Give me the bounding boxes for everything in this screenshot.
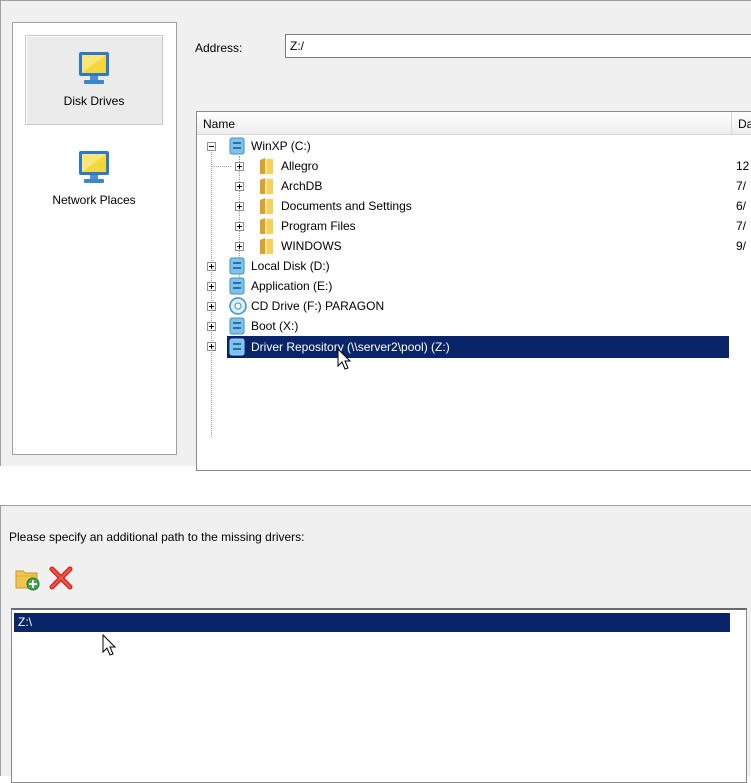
expand-toggle-icon[interactable] bbox=[207, 302, 216, 311]
hard-disk-icon bbox=[229, 277, 245, 295]
column-separator bbox=[731, 112, 732, 134]
folder-tree-view[interactable]: Name Da WinXP (C:) Allegro 12 ArchDB 7/ … bbox=[196, 111, 751, 471]
tree-row-windows[interactable]: WINDOWS 9/ bbox=[197, 236, 751, 256]
tree-node-label: CD Drive (F:) PARAGON bbox=[251, 299, 385, 313]
tree-node-date: 9/ bbox=[736, 239, 747, 253]
tree-row-cd-drive-f[interactable]: CD Drive (F:) PARAGON bbox=[197, 296, 751, 316]
collapse-toggle-icon[interactable] bbox=[207, 142, 216, 151]
tree-connector bbox=[211, 166, 231, 167]
address-browser-dialog: Disk Drives Network Places Address: Z:/ … bbox=[0, 0, 751, 471]
expand-toggle-icon[interactable] bbox=[235, 182, 244, 191]
folder-icon bbox=[260, 158, 273, 174]
tree-node-label: Program Files bbox=[281, 219, 356, 233]
place-network-places-label: Network Places bbox=[52, 193, 136, 207]
tree-node-label: Allegro bbox=[281, 159, 319, 173]
tree-node-label: Boot (X:) bbox=[251, 319, 299, 333]
tree-row-boot-x[interactable]: Boot (X:) bbox=[197, 316, 751, 336]
tree-row-application-e[interactable]: Application (E:) bbox=[197, 276, 751, 296]
hard-disk-icon bbox=[229, 137, 245, 155]
column-name-header[interactable]: Name bbox=[203, 117, 235, 131]
expand-toggle-icon[interactable] bbox=[207, 322, 216, 331]
missing-drivers-dialog: Please specify an additional path to the… bbox=[0, 505, 751, 783]
place-disk-drives-label: Disk Drives bbox=[63, 94, 125, 108]
tree-row-allegro[interactable]: Allegro 12 bbox=[197, 156, 751, 176]
folder-icon bbox=[260, 218, 273, 234]
hard-disk-icon bbox=[229, 257, 245, 275]
tree-node-date: 6/ bbox=[736, 199, 747, 213]
tree-row-driver-repository-z[interactable]: Driver Repository (\\server2\pool) (Z:) bbox=[197, 336, 751, 358]
drivers-prompt-text: Please specify an additional path to the… bbox=[9, 530, 305, 544]
address-label: Address: bbox=[195, 41, 243, 55]
network-computer-icon bbox=[79, 151, 109, 183]
expand-toggle-icon[interactable] bbox=[235, 202, 244, 211]
tree-node-label: Documents and Settings bbox=[281, 199, 412, 213]
tree-row-archdb[interactable]: ArchDB 7/ bbox=[197, 176, 751, 196]
tree-node-date: 7/ bbox=[736, 179, 747, 193]
delete-icon bbox=[49, 566, 73, 590]
column-header: Name Da bbox=[197, 112, 751, 135]
folder-icon bbox=[260, 178, 273, 194]
tree-row-local-disk-d[interactable]: Local Disk (D:) bbox=[197, 256, 751, 276]
tree-node-label: Local Disk (D:) bbox=[251, 259, 330, 273]
path-list-item[interactable]: Z:\ bbox=[14, 613, 730, 632]
computer-icon bbox=[79, 52, 109, 84]
tree-node-label: ArchDB bbox=[281, 179, 323, 193]
column-date-header[interactable]: Da bbox=[738, 117, 751, 131]
place-disk-drives-button[interactable]: Disk Drives bbox=[25, 35, 163, 125]
tree-row-winxp[interactable]: WinXP (C:) bbox=[197, 136, 751, 156]
folder-icon bbox=[260, 198, 273, 214]
tree-node-date: 7/ bbox=[736, 219, 747, 233]
mouse-cursor-icon bbox=[102, 634, 117, 656]
expand-toggle-icon[interactable] bbox=[207, 262, 216, 271]
driver-path-list[interactable]: Z:\ bbox=[11, 608, 747, 783]
expand-toggle-icon[interactable] bbox=[207, 342, 216, 351]
places-bar: Disk Drives Network Places bbox=[12, 22, 177, 455]
tree-node-label: Application (E:) bbox=[251, 279, 333, 293]
tree-node-label: WinXP (C:) bbox=[251, 139, 311, 153]
add-path-button[interactable] bbox=[13, 564, 41, 592]
remove-path-button[interactable] bbox=[47, 564, 75, 592]
folder-icon bbox=[260, 238, 273, 254]
expand-toggle-icon[interactable] bbox=[235, 162, 244, 171]
network-drive-icon bbox=[229, 338, 245, 356]
hard-disk-icon bbox=[229, 317, 245, 335]
tree-node-label: Driver Repository (\\server2\pool) (Z:) bbox=[248, 337, 453, 357]
cd-drive-icon bbox=[229, 297, 247, 315]
tree-row-documents-and-settings[interactable]: Documents and Settings 6/ bbox=[197, 196, 751, 216]
address-input[interactable]: Z:/ bbox=[285, 34, 751, 58]
expand-toggle-icon[interactable] bbox=[207, 282, 216, 291]
tree-node-date: 12 bbox=[736, 159, 750, 173]
expand-toggle-icon[interactable] bbox=[235, 242, 244, 251]
place-network-places-button[interactable]: Network Places bbox=[25, 135, 163, 225]
tree-row-program-files[interactable]: Program Files 7/ bbox=[197, 216, 751, 236]
expand-toggle-icon[interactable] bbox=[235, 222, 244, 231]
add-folder-icon bbox=[15, 570, 40, 591]
tree-node-label: WINDOWS bbox=[281, 239, 342, 253]
